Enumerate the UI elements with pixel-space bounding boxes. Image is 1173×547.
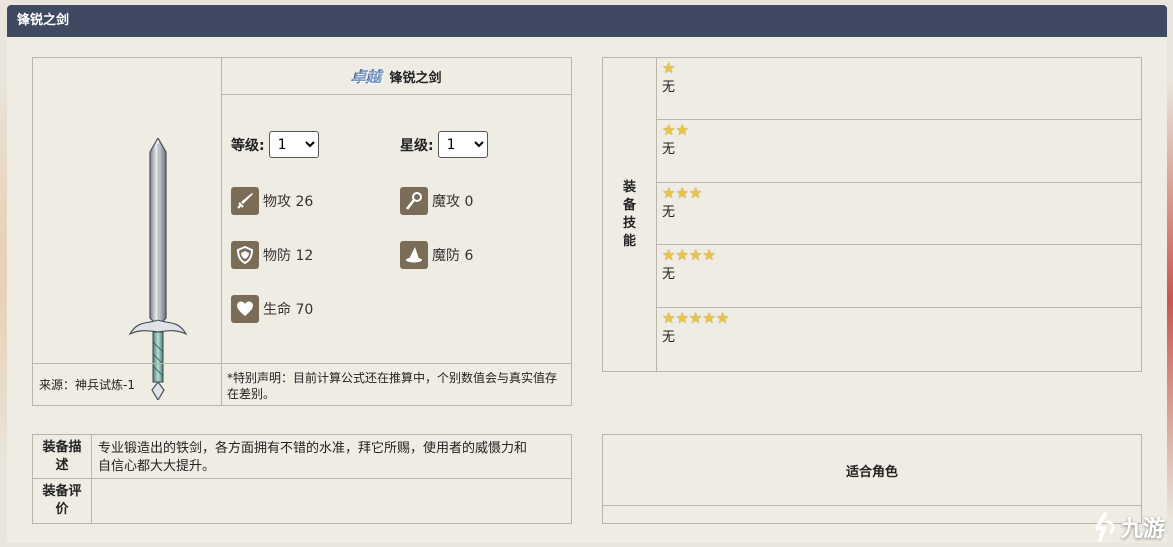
star-icon: ★ — [662, 184, 676, 202]
star-icon: ★ — [675, 121, 689, 139]
stat-label: 物防 12 — [263, 248, 314, 264]
skill-text: 无 — [662, 267, 676, 282]
stat-physical-defense: 物防 12 — [231, 241, 313, 269]
star-icon: ★ — [675, 309, 689, 327]
suitable-roles-content-cell — [602, 505, 1142, 524]
rarity-badge: 卓越 — [351, 67, 382, 86]
description-label-cell: 装备描 述 — [32, 434, 92, 479]
star-rating-5: ★ ★ ★ ★ ★ — [662, 311, 1141, 326]
star-icon: ★ — [662, 59, 676, 77]
source-cell: 来源：神兵试炼-1 — [32, 363, 222, 406]
star-icon: ★ — [675, 246, 689, 264]
equipment-skills-table: 装 备 技 能 ★ 无 ★ ★ 无 ★ ★ ★ 无 ★ ★ ★ ★ 无 ★ ★ ★ ★ ★ 无 — [602, 57, 1142, 372]
disclaimer-cell: *特别声明：目前计算公式还在推算中，个别数值会与真实值存 在差别。 — [221, 363, 572, 406]
shield-icon — [231, 241, 259, 269]
equipment-name: 锋锐之剑 — [389, 70, 442, 86]
level-row: 等级: 1 — [231, 131, 319, 158]
panel-title: 锋锐之剑 — [7, 5, 1167, 37]
description-text: 自信心都大大提升。 — [98, 459, 216, 474]
watermark-logo: 九游 — [1091, 511, 1165, 543]
star-rating-1: ★ — [662, 61, 1141, 76]
star-level-label: 星级: — [400, 137, 434, 154]
skills-header: 装 备 技 能 — [623, 179, 636, 251]
evaluation-label: 价 — [55, 502, 69, 517]
heart-icon — [231, 295, 259, 323]
star-icon: ★ — [702, 246, 716, 264]
star-level-select[interactable]: 1 — [437, 131, 488, 158]
evaluation-label-cell: 装备评 价 — [32, 478, 92, 524]
star-icon: ★ — [675, 184, 689, 202]
equipment-name-cell: 卓越 锋锐之剑 — [221, 57, 572, 95]
source-text: 来源：神兵试炼-1 — [39, 378, 135, 392]
stat-label: 物攻 26 — [263, 194, 314, 210]
skill-text: 无 — [662, 142, 676, 157]
suitable-roles-header: 适合角色 — [845, 464, 898, 480]
sword-image — [128, 138, 188, 400]
star-icon: ★ — [662, 309, 676, 327]
stat-label: 魔防 6 — [432, 248, 474, 264]
stat-health: 生命 70 — [231, 295, 313, 323]
stat-physical-attack: 物攻 26 — [231, 187, 313, 215]
star-rating-3: ★ ★ ★ — [662, 186, 1141, 201]
description-text-cell: 专业锻造出的铁剑，各方面拥有不错的水准，拜它所赐，使用者的威慑力和 自信心都大大… — [91, 434, 572, 479]
header-char: 技 — [622, 215, 636, 231]
description-label: 装备描 — [42, 439, 82, 455]
stat-label: 魔攻 0 — [432, 194, 474, 210]
stat-magic-attack: 魔攻 0 — [400, 187, 473, 215]
header-char: 备 — [622, 197, 636, 213]
skill-row-3: ★ ★ ★ 无 — [656, 182, 1142, 245]
star-icon: ★ — [688, 184, 703, 202]
skill-row-4: ★ ★ ★ ★ 无 — [656, 244, 1142, 308]
stat-magic-defense: 魔防 6 — [400, 241, 473, 269]
skill-row-2: ★ ★ 无 — [656, 119, 1142, 183]
star-icon: ★ — [688, 309, 703, 327]
level-label: 等级: — [231, 137, 265, 154]
star-icon: ★ — [662, 121, 676, 139]
star-icon: ★ — [688, 246, 703, 264]
suitable-roles-header-cell: 适合角色 — [602, 434, 1142, 506]
star-icon: ★ — [702, 309, 716, 327]
equipment-info-table: 卓越 锋锐之剑 等级: 1 星级: 1 物攻 26 魔攻 0 物防 12 魔防 … — [32, 57, 572, 406]
star-icon: ★ — [715, 309, 730, 327]
star-rating-4: ★ ★ ★ ★ — [662, 248, 1141, 263]
description-text: 专业锻造出的铁剑，各方面拥有不错的水准，拜它所赐，使用者的威慑力和 — [98, 441, 528, 456]
brand-icon — [1094, 512, 1115, 542]
header-char: 装 — [622, 179, 636, 195]
level-select[interactable]: 1 — [268, 131, 319, 158]
suitable-roles-table: 适合角色 — [602, 434, 1142, 524]
disclaimer-line: *特别声明：目前计算公式还在推算中，个别数值会与真实值存 — [227, 371, 558, 385]
star-rating-2: ★ ★ — [662, 123, 1141, 138]
evaluation-text-cell — [91, 478, 572, 524]
evaluation-label: 装备评 — [42, 484, 82, 499]
watermark-text: 九游 — [1120, 517, 1165, 542]
skill-text: 无 — [662, 80, 676, 95]
description-label: 述 — [55, 457, 69, 473]
equipment-attributes-cell: 等级: 1 星级: 1 物攻 26 魔攻 0 物防 12 魔防 6 生命 70 — [221, 94, 572, 364]
skill-row-5: ★ ★ ★ ★ ★ 无 — [656, 307, 1142, 372]
star-level-row: 星级: 1 — [400, 131, 488, 158]
skill-row-1: ★ 无 — [656, 57, 1142, 120]
description-table: 装备描 述 专业锻造出的铁剑，各方面拥有不错的水准，拜它所赐，使用者的威慑力和 … — [32, 434, 572, 524]
wizard-hat-icon — [400, 241, 428, 269]
equipment-image-cell — [32, 57, 222, 400]
wand-icon — [400, 187, 428, 215]
skill-text: 无 — [662, 205, 676, 220]
skills-header-cell: 装 备 技 能 — [602, 57, 657, 372]
star-icon: ★ — [662, 246, 676, 264]
sword-icon — [231, 187, 259, 215]
header-char: 能 — [622, 233, 636, 249]
stat-label: 生命 70 — [263, 302, 314, 318]
skill-text: 无 — [662, 330, 676, 345]
disclaimer-line: 在差别。 — [227, 387, 276, 401]
